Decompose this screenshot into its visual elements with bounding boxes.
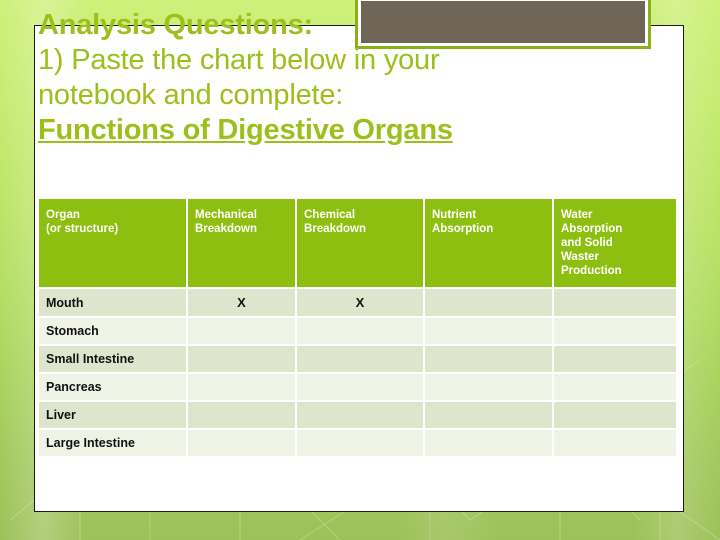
instruction-line-2: notebook and complete: bbox=[38, 79, 344, 111]
table-row: Stomach bbox=[39, 318, 676, 344]
cell-chemical[interactable] bbox=[297, 402, 423, 428]
cell-organ: Pancreas bbox=[39, 374, 186, 400]
instruction-line-1: 1) Paste the chart below in your bbox=[38, 44, 440, 76]
cell-water[interactable] bbox=[554, 402, 676, 428]
cell-organ: Stomach bbox=[39, 318, 186, 344]
cell-chemical[interactable]: X bbox=[297, 289, 423, 316]
cell-nutrient[interactable] bbox=[425, 289, 552, 316]
cell-organ: Mouth bbox=[39, 289, 186, 316]
cell-water[interactable] bbox=[554, 346, 676, 372]
cell-water[interactable] bbox=[554, 430, 676, 456]
cell-mechanical[interactable] bbox=[188, 346, 295, 372]
cell-nutrient[interactable] bbox=[425, 430, 552, 456]
cell-nutrient[interactable] bbox=[425, 402, 552, 428]
cell-mechanical[interactable] bbox=[188, 374, 295, 400]
column-header-water-line-3: and Solid bbox=[561, 237, 613, 249]
slide-canvas: Analysis Questions: 1) Paste the chart b… bbox=[0, 0, 720, 540]
table-row: Small Intestine bbox=[39, 346, 676, 372]
column-header-water-line-5: Production bbox=[561, 265, 622, 277]
column-header-water-line-2: Absorption bbox=[561, 223, 623, 235]
table-header-row: Organ (or structure) Mechanical Breakdow… bbox=[39, 199, 676, 287]
column-header-mechanical-breakdown: Mechanical Breakdown bbox=[188, 199, 295, 287]
cell-mechanical[interactable] bbox=[188, 318, 295, 344]
column-header-mechanical-line-1: Mechanical bbox=[195, 209, 257, 221]
cell-mechanical[interactable]: X bbox=[188, 289, 295, 316]
cell-chemical[interactable] bbox=[297, 346, 423, 372]
cell-mechanical[interactable] bbox=[188, 402, 295, 428]
column-header-organ-line-1: Organ bbox=[46, 209, 80, 221]
cell-nutrient[interactable] bbox=[425, 346, 552, 372]
cell-water[interactable] bbox=[554, 374, 676, 400]
table-row: Large Intestine bbox=[39, 430, 676, 456]
column-header-water-absorption: Water Absorption and Solid Waster Produc… bbox=[554, 199, 676, 287]
column-header-water-line-1: Water bbox=[561, 209, 593, 221]
cell-chemical[interactable] bbox=[297, 374, 423, 400]
table-body: Mouth X X Stomach Small Intestine Pancre… bbox=[39, 289, 676, 456]
column-header-organ: Organ (or structure) bbox=[39, 199, 186, 287]
column-header-nutrient-absorption: Nutrient Absorption bbox=[425, 199, 552, 287]
column-header-nutrient-line-1: Nutrient bbox=[432, 209, 477, 221]
cell-nutrient[interactable] bbox=[425, 374, 552, 400]
table-caption: Functions of Digestive Organs bbox=[38, 114, 453, 146]
slide-text-block: Analysis Questions: 1) Paste the chart b… bbox=[38, 8, 638, 148]
column-header-chemical-line-2: Breakdown bbox=[304, 223, 366, 235]
column-header-chemical-breakdown: Chemical Breakdown bbox=[297, 199, 423, 287]
column-header-nutrient-line-2: Absorption bbox=[432, 223, 494, 235]
table-header: Organ (or structure) Mechanical Breakdow… bbox=[39, 199, 676, 287]
cell-water[interactable] bbox=[554, 318, 676, 344]
column-header-organ-line-2: (or structure) bbox=[46, 223, 119, 235]
functions-table-wrapper: Organ (or structure) Mechanical Breakdow… bbox=[37, 197, 676, 458]
cell-organ: Large Intestine bbox=[39, 430, 186, 456]
cell-organ: Small Intestine bbox=[39, 346, 186, 372]
cell-mechanical[interactable] bbox=[188, 430, 295, 456]
column-header-chemical-line-1: Chemical bbox=[304, 209, 356, 221]
cell-chemical[interactable] bbox=[297, 318, 423, 344]
table-row: Mouth X X bbox=[39, 289, 676, 316]
column-header-water-line-4: Waster bbox=[561, 251, 599, 263]
table-row: Liver bbox=[39, 402, 676, 428]
column-header-mechanical-line-2: Breakdown bbox=[195, 223, 257, 235]
cell-organ: Liver bbox=[39, 402, 186, 428]
cell-water[interactable] bbox=[554, 289, 676, 316]
page-title: Analysis Questions: bbox=[38, 9, 313, 41]
cell-chemical[interactable] bbox=[297, 430, 423, 456]
cell-nutrient[interactable] bbox=[425, 318, 552, 344]
functions-of-digestive-organs-table: Organ (or structure) Mechanical Breakdow… bbox=[37, 197, 678, 458]
table-row: Pancreas bbox=[39, 374, 676, 400]
